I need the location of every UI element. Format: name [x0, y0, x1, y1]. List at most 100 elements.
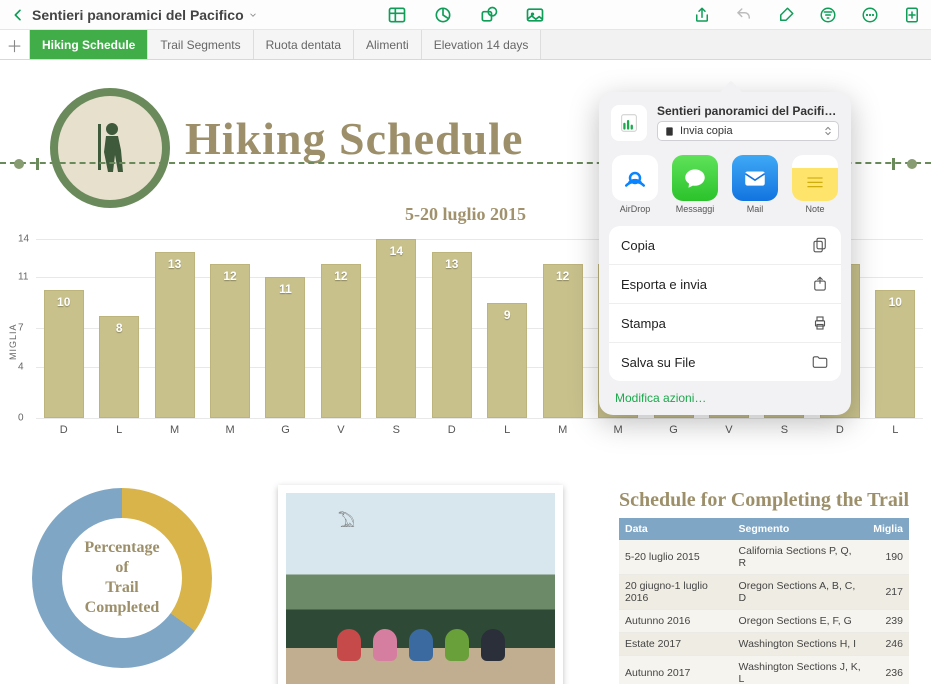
bar: 10: [875, 290, 915, 418]
back-button[interactable]: [8, 5, 28, 25]
completion-donut-chart: PercentageofTrailCompleted: [32, 488, 232, 684]
new-sheet-icon[interactable]: [901, 4, 923, 26]
bar: 12: [210, 264, 250, 418]
cell: Oregon Sections E, F, G: [733, 610, 868, 633]
tab-elevation[interactable]: Elevation 14 days: [422, 30, 542, 59]
bar-value: 8: [100, 321, 138, 335]
x-tick: L: [91, 424, 146, 436]
page-title: Hiking Schedule: [185, 112, 523, 165]
tab-alimenti[interactable]: Alimenti: [354, 30, 422, 59]
share-icon[interactable]: [691, 4, 713, 26]
print-icon: [811, 314, 829, 332]
cell: 236: [867, 656, 909, 684]
action-copy[interactable]: Copia: [609, 226, 841, 265]
cell: Washington Sections J, K, L: [733, 656, 868, 684]
action-save-to-files[interactable]: Salva su File: [609, 343, 841, 381]
bar-value: 14: [377, 244, 415, 258]
bar: 12: [321, 264, 361, 418]
undo-icon: [733, 4, 755, 26]
cell: Autunno 2017: [619, 656, 733, 684]
document-title-text: Sentieri panoramici del Pacifico: [32, 7, 244, 23]
action-label: Salva su File: [621, 355, 695, 370]
tab-label: Trail Segments: [160, 38, 240, 52]
table-row: 20 giugno-1 luglio 2016Oregon Sections A…: [619, 575, 909, 610]
x-tick: G: [258, 424, 313, 436]
insert-table-icon[interactable]: [386, 4, 408, 26]
x-tick: G: [646, 424, 701, 436]
y-tick: 4: [18, 361, 24, 372]
x-tick: V: [701, 424, 756, 436]
document-icon: [611, 105, 647, 141]
bar: 11: [265, 277, 305, 418]
share-app-notes[interactable]: Note: [789, 155, 841, 214]
tab-label: Hiking Schedule: [42, 38, 135, 52]
y-tick: 0: [18, 413, 24, 424]
action-print[interactable]: Stampa: [609, 304, 841, 343]
cell: Estate 2017: [619, 633, 733, 656]
x-tick: D: [812, 424, 867, 436]
share-app-messages[interactable]: Messaggi: [669, 155, 721, 214]
bar-value: 13: [156, 257, 194, 271]
action-export[interactable]: Esporta e invia: [609, 265, 841, 304]
bar-value: 12: [211, 269, 249, 283]
share-popover: Sentieri panoramici del Pacifico.num… In…: [599, 92, 851, 415]
document-title[interactable]: Sentieri panoramici del Pacifico: [32, 7, 258, 23]
bar: 14: [376, 239, 416, 418]
x-tick: S: [369, 424, 424, 436]
share-app-airdrop[interactable]: AirDrop: [609, 155, 661, 214]
tab-trail-segments[interactable]: Trail Segments: [148, 30, 253, 59]
cell: 246: [867, 633, 909, 656]
x-tick: L: [868, 424, 923, 436]
trail-photo: 𓅐: [278, 485, 563, 684]
tab-label: Ruota dentata: [266, 38, 341, 52]
x-tick: M: [590, 424, 645, 436]
tab-ruota-dentata[interactable]: Ruota dentata: [254, 30, 354, 59]
share-filename: Sentieri panoramici del Pacifico.num…: [657, 104, 839, 118]
more-icon[interactable]: [859, 4, 881, 26]
x-tick: L: [480, 424, 535, 436]
app-label: Messaggi: [676, 204, 715, 214]
x-tick: D: [36, 424, 91, 436]
bar: 13: [155, 252, 195, 418]
cell: Oregon Sections A, B, C, D: [733, 575, 868, 610]
app-label: AirDrop: [620, 204, 651, 214]
cell: 5-20 luglio 2015: [619, 540, 733, 575]
bar-value: 10: [876, 295, 914, 309]
insert-media-icon[interactable]: [524, 4, 546, 26]
tab-hiking-schedule[interactable]: Hiking Schedule: [30, 30, 148, 59]
table-row: Estate 2017Washington Sections H, I246: [619, 633, 909, 656]
table-row: 5-20 luglio 2015California Sections P, Q…: [619, 540, 909, 575]
folder-icon: [811, 353, 829, 371]
format-brush-icon[interactable]: [775, 4, 797, 26]
table-row: Autunno 2016Oregon Sections E, F, G239: [619, 610, 909, 633]
bar: 13: [432, 252, 472, 418]
insert-shape-icon[interactable]: [478, 4, 500, 26]
bar-value: 9: [488, 308, 526, 322]
y-tick: 7: [18, 323, 24, 334]
share-app-mail[interactable]: Mail: [729, 155, 781, 214]
insert-chart-icon[interactable]: [432, 4, 454, 26]
bar-value: 10: [45, 295, 83, 309]
x-tick: M: [535, 424, 590, 436]
filter-icon[interactable]: [817, 4, 839, 26]
share-format-select[interactable]: Invia copia: [657, 121, 839, 141]
bar: 12: [543, 264, 583, 418]
action-label: Esporta e invia: [621, 277, 707, 292]
add-sheet-button[interactable]: ＋: [0, 30, 30, 59]
bar: 9: [487, 303, 527, 418]
x-tick: M: [202, 424, 257, 436]
y-tick: 14: [18, 233, 29, 244]
edit-actions-link[interactable]: Modifica azioni…: [609, 381, 841, 407]
cell: 190: [867, 540, 909, 575]
bar: 10: [44, 290, 84, 418]
table-row: Autunno 2017Washington Sections J, K, L2…: [619, 656, 909, 684]
copy-icon: [811, 236, 829, 254]
bar-value: 11: [266, 282, 304, 296]
y-axis-label: MIGLIA: [8, 323, 18, 360]
x-tick: V: [313, 424, 368, 436]
x-tick: M: [147, 424, 202, 436]
bar-value: 13: [433, 257, 471, 271]
cell: Washington Sections H, I: [733, 633, 868, 656]
tab-label: Alimenti: [366, 38, 409, 52]
cell: 20 giugno-1 luglio 2016: [619, 575, 733, 610]
